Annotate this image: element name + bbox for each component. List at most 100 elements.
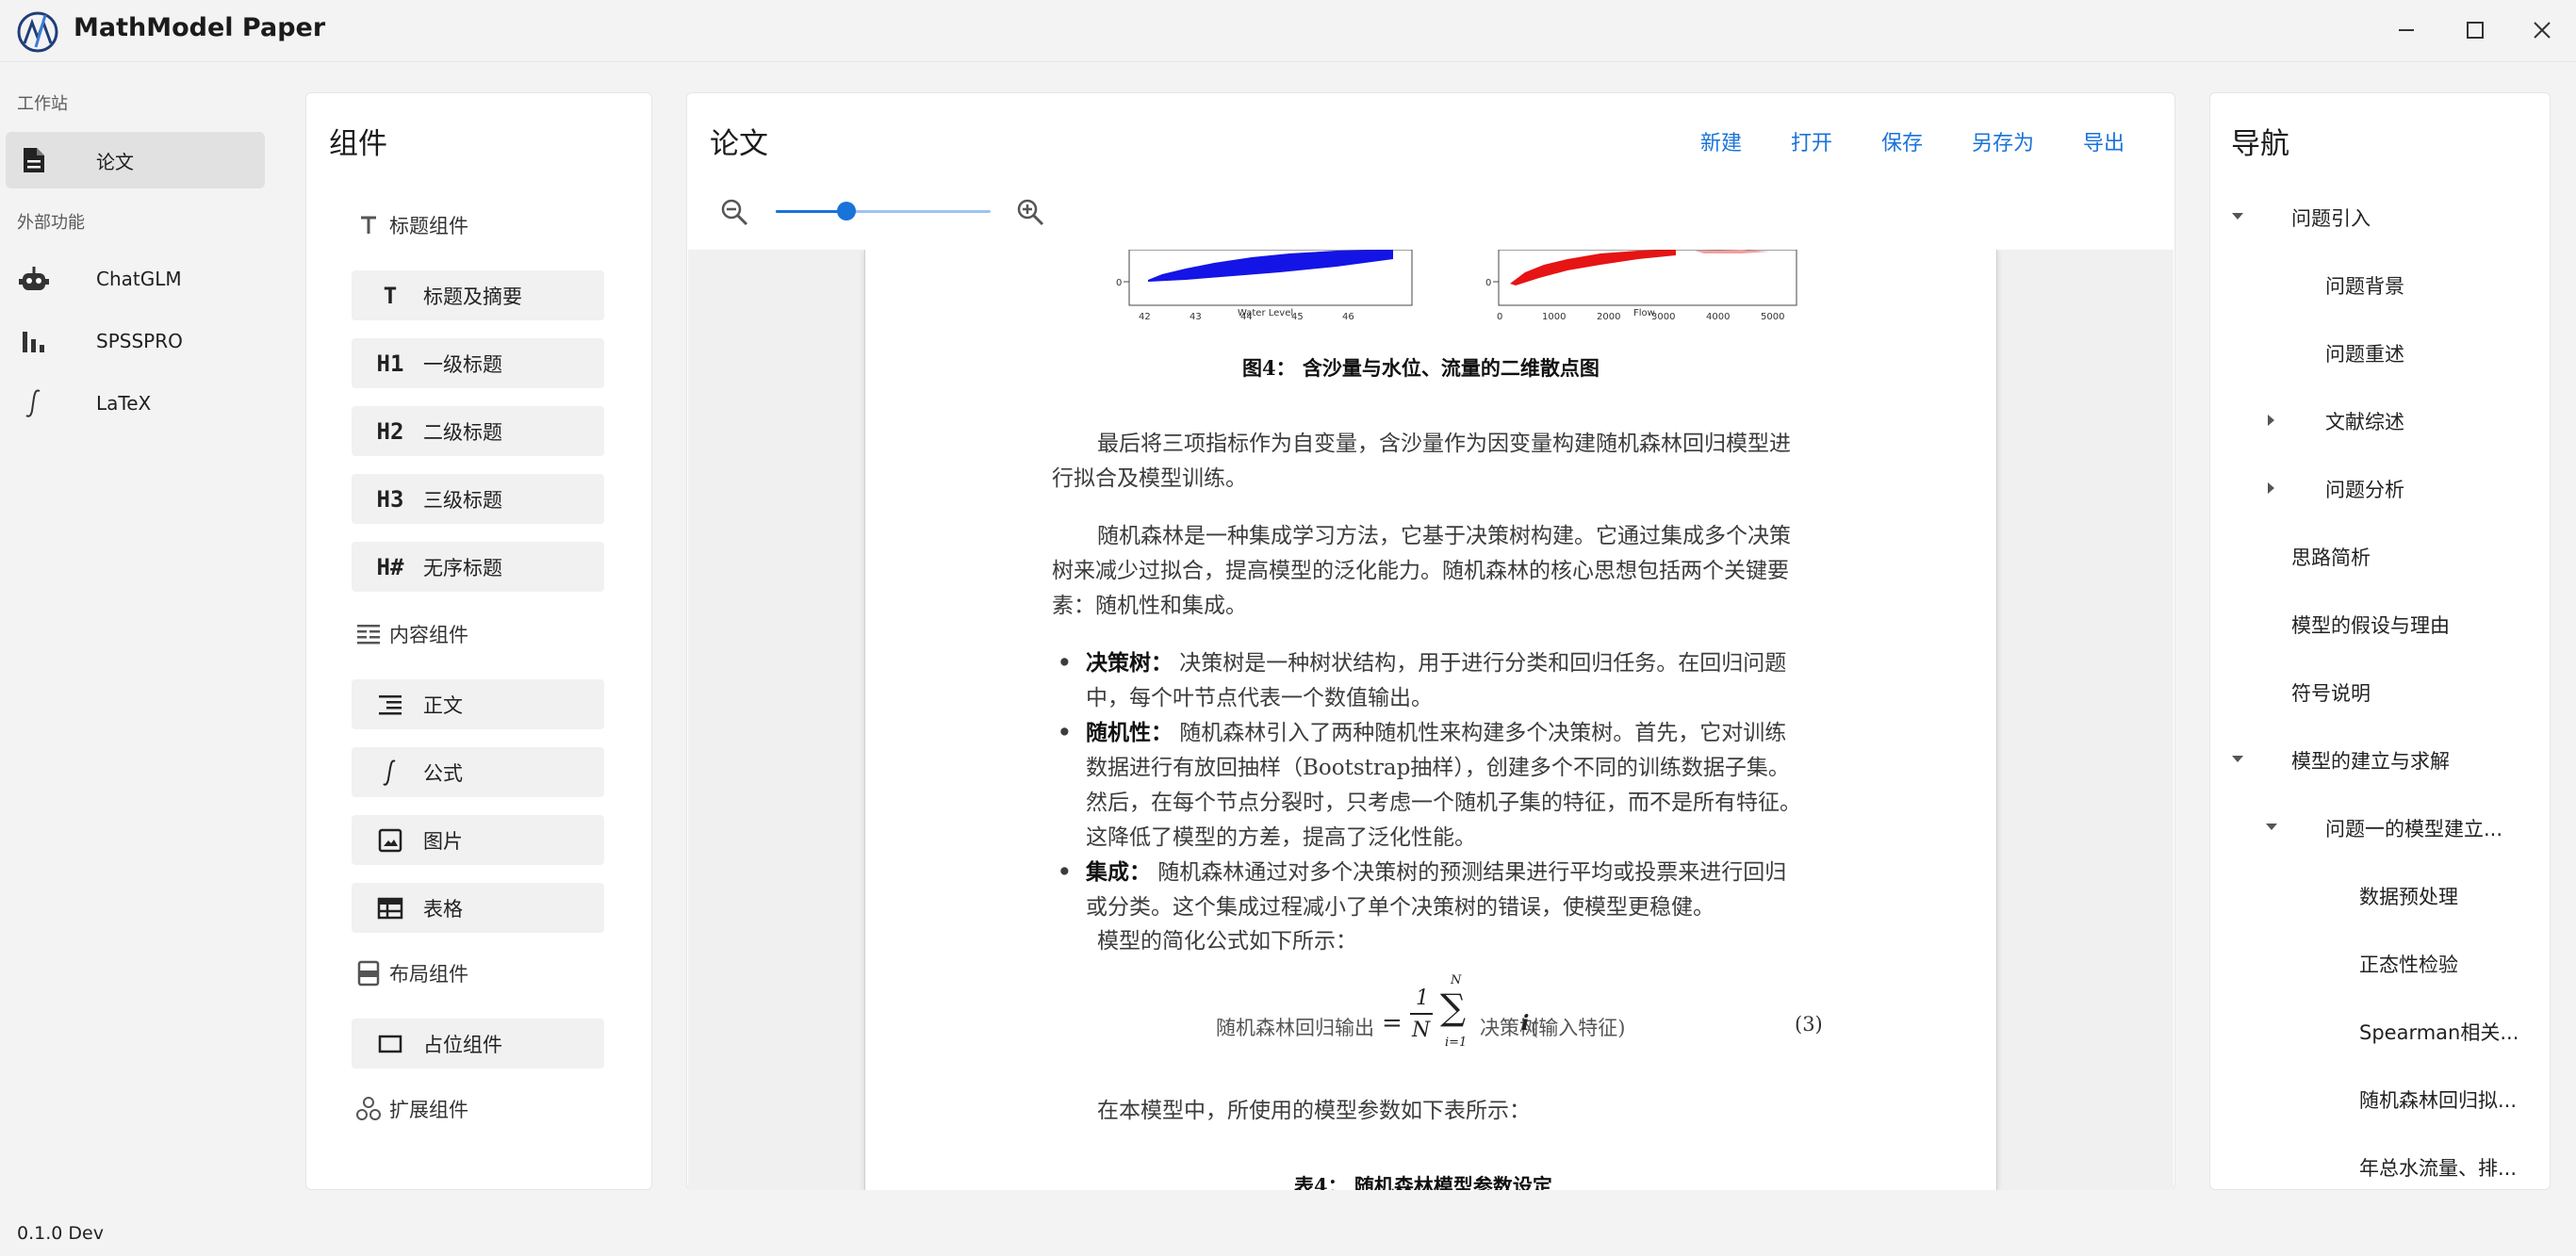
nav-item[interactable]: 年总水流量、排... xyxy=(2359,1153,2517,1182)
nav-item[interactable]: 问题分析 xyxy=(2325,475,2404,503)
bullet-heading: 随机性： xyxy=(1086,720,1173,745)
caret-right-icon[interactable] xyxy=(2264,413,2279,428)
group-title-components: 标题组件 xyxy=(353,210,468,240)
bullet-decision-tree: • 决策树： 决策树是一种树状结构，用于进行分类和回归任务。在回归问题中，每个叶… xyxy=(1052,645,1806,716)
save-button[interactable]: 保存 xyxy=(1881,126,1923,156)
bullet-text: 随机森林引入了两种随机性来构建多个决策树。首先，它对训练数据进行有放回抽样（Bo… xyxy=(1086,721,1801,850)
right-xtick: 4000 xyxy=(1706,312,1730,322)
open-button[interactable]: 打开 xyxy=(1791,126,1832,156)
nav-item[interactable]: 模型的假设与理由 xyxy=(2291,611,2450,639)
left-xtick: 46 xyxy=(1342,312,1354,322)
equation-sum-bottom: i=1 xyxy=(1445,1036,1468,1050)
heading1-button[interactable]: H1 一级标题 xyxy=(352,338,604,388)
close-icon xyxy=(2532,20,2552,41)
figure-caption: 图4： 含沙量与水位、流量的二维散点图 xyxy=(1242,356,1600,380)
left-xtick: 42 xyxy=(1139,312,1151,322)
nav-item[interactable]: 随机森林回归拟... xyxy=(2359,1085,2517,1114)
export-button[interactable]: 导出 xyxy=(2083,126,2125,156)
document-viewport[interactable]: 0 42 43 44 45 46 0 0 1000 2000 3000 4000… xyxy=(688,250,2174,1190)
robot-icon xyxy=(19,264,49,294)
group-label: 扩展组件 xyxy=(389,1099,468,1121)
equation-sum-top: N xyxy=(1451,973,1462,987)
placeholder-icon xyxy=(374,1028,406,1060)
left-rail: 工作站 论文 外部功能 ChatGLM SPSSPRO LaTeX xyxy=(0,62,277,1208)
equation-block: 随机森林回归输出 = 1 N N ∑ i=1 决策树 i (输入特征) (3) xyxy=(865,973,1998,1079)
title-icon xyxy=(353,210,384,240)
title-icon: T xyxy=(383,282,398,309)
group-label: 布局组件 xyxy=(389,963,468,986)
nav-item[interactable]: 符号说明 xyxy=(2291,678,2371,707)
nav-item[interactable]: 问题引入 xyxy=(2291,204,2371,232)
image-icon xyxy=(374,824,406,856)
button-label: 标题及摘要 xyxy=(423,285,522,308)
rail-item-label: LaTeX xyxy=(96,392,152,415)
caret-down-icon[interactable] xyxy=(2230,209,2245,224)
nav-item[interactable]: 正态性检验 xyxy=(2359,950,2458,978)
integral-icon xyxy=(374,757,406,789)
maximize-button[interactable] xyxy=(2453,11,2497,49)
placeholder-button[interactable]: 占位组件 xyxy=(352,1019,604,1068)
bullet-dot: • xyxy=(1058,859,1072,885)
zoom-slider[interactable] xyxy=(776,210,991,213)
heading1-icon: H1 xyxy=(376,350,404,377)
right-xtick: 1000 xyxy=(1542,312,1566,322)
table-caption: 表4： 随机森林模型参数设定 xyxy=(1294,1174,1552,1190)
navigation-title: 导航 xyxy=(2231,127,2289,161)
app-logo-icon xyxy=(15,9,60,55)
caret-down-icon[interactable] xyxy=(2230,752,2245,767)
rail-item-label: SPSSPRO xyxy=(96,330,183,352)
formula-button[interactable]: 公式 xyxy=(352,747,604,797)
right-ytick: 0 xyxy=(1485,278,1491,288)
caret-right-icon[interactable] xyxy=(2264,481,2279,496)
nav-item[interactable]: 问题重述 xyxy=(2325,339,2404,367)
components-title: 组件 xyxy=(329,127,387,161)
new-button[interactable]: 新建 xyxy=(1700,126,1742,156)
nav-item[interactable]: 问题一的模型建立... xyxy=(2325,814,2502,842)
zoom-in-icon[interactable] xyxy=(1014,196,1046,228)
status-bar: 0.1.0 Dev xyxy=(0,1208,2576,1256)
paper-title: 论文 xyxy=(710,127,768,161)
right-xtick: 2000 xyxy=(1597,312,1620,322)
heading2-icon: H2 xyxy=(376,417,404,445)
close-button[interactable] xyxy=(2520,11,2564,49)
nav-item[interactable]: 模型的建立与求解 xyxy=(2291,746,2450,775)
document-icon xyxy=(19,145,49,175)
rail-item-spsspro[interactable]: SPSSPRO xyxy=(6,313,265,369)
table-icon xyxy=(374,892,406,924)
rail-item-chatglm[interactable]: ChatGLM xyxy=(6,251,265,307)
nav-item[interactable]: 问题背景 xyxy=(2325,271,2404,300)
heading-sharp-icon: H# xyxy=(376,553,404,580)
group-extension-components: 扩展组件 xyxy=(353,1094,468,1124)
bullet-heading: 决策树： xyxy=(1086,650,1173,676)
caret-down-icon[interactable] xyxy=(2264,820,2279,835)
body-text-button[interactable]: 正文 xyxy=(352,679,604,729)
equation-rhs-paren: (输入特征) xyxy=(1531,1017,1626,1039)
title-abstract-button[interactable]: T 标题及摘要 xyxy=(352,270,604,320)
button-label: 无序标题 xyxy=(423,556,502,579)
heading2-button[interactable]: H2 二级标题 xyxy=(352,406,604,456)
align-text-icon xyxy=(374,689,406,721)
equation-sum-sign: ∑ xyxy=(1440,987,1467,1028)
button-label: 图片 xyxy=(423,829,463,853)
zoom-out-icon[interactable] xyxy=(718,196,750,228)
rail-item-latex[interactable]: LaTeX xyxy=(6,375,265,432)
nav-item[interactable]: 文献综述 xyxy=(2325,407,2404,435)
image-button[interactable]: 图片 xyxy=(352,815,604,865)
nav-item[interactable]: 数据预处理 xyxy=(2359,882,2458,910)
document-page: 0 42 43 44 45 46 0 0 1000 2000 3000 4000… xyxy=(864,250,1997,1190)
unordered-heading-button[interactable]: H# 无序标题 xyxy=(352,542,604,592)
minimize-button[interactable] xyxy=(2385,11,2428,49)
minimize-icon xyxy=(2396,20,2417,41)
rail-item-paper[interactable]: 论文 xyxy=(6,132,265,188)
save-as-button[interactable]: 另存为 xyxy=(1972,126,2034,156)
nav-item[interactable]: 思路简析 xyxy=(2291,543,2371,571)
heading3-icon: H3 xyxy=(376,485,404,513)
heading3-button[interactable]: H3 三级标题 xyxy=(352,474,604,524)
bullet-text: 随机森林通过对多个决策树的预测结果进行平均或投票来进行回归或分类。这个集成过程减… xyxy=(1086,860,1787,920)
zoom-slider-fill xyxy=(776,210,847,213)
table-button[interactable]: 表格 xyxy=(352,883,604,933)
bullet-heading: 集成： xyxy=(1086,859,1151,885)
equation-lhs: 随机森林回归输出 xyxy=(1216,1017,1374,1039)
nav-item[interactable]: Spearman相关... xyxy=(2359,1018,2519,1046)
components-panel: 组件 标题组件 T 标题及摘要 H1 一级标题 H2 二级标题 H3 三级标题 … xyxy=(305,92,652,1190)
